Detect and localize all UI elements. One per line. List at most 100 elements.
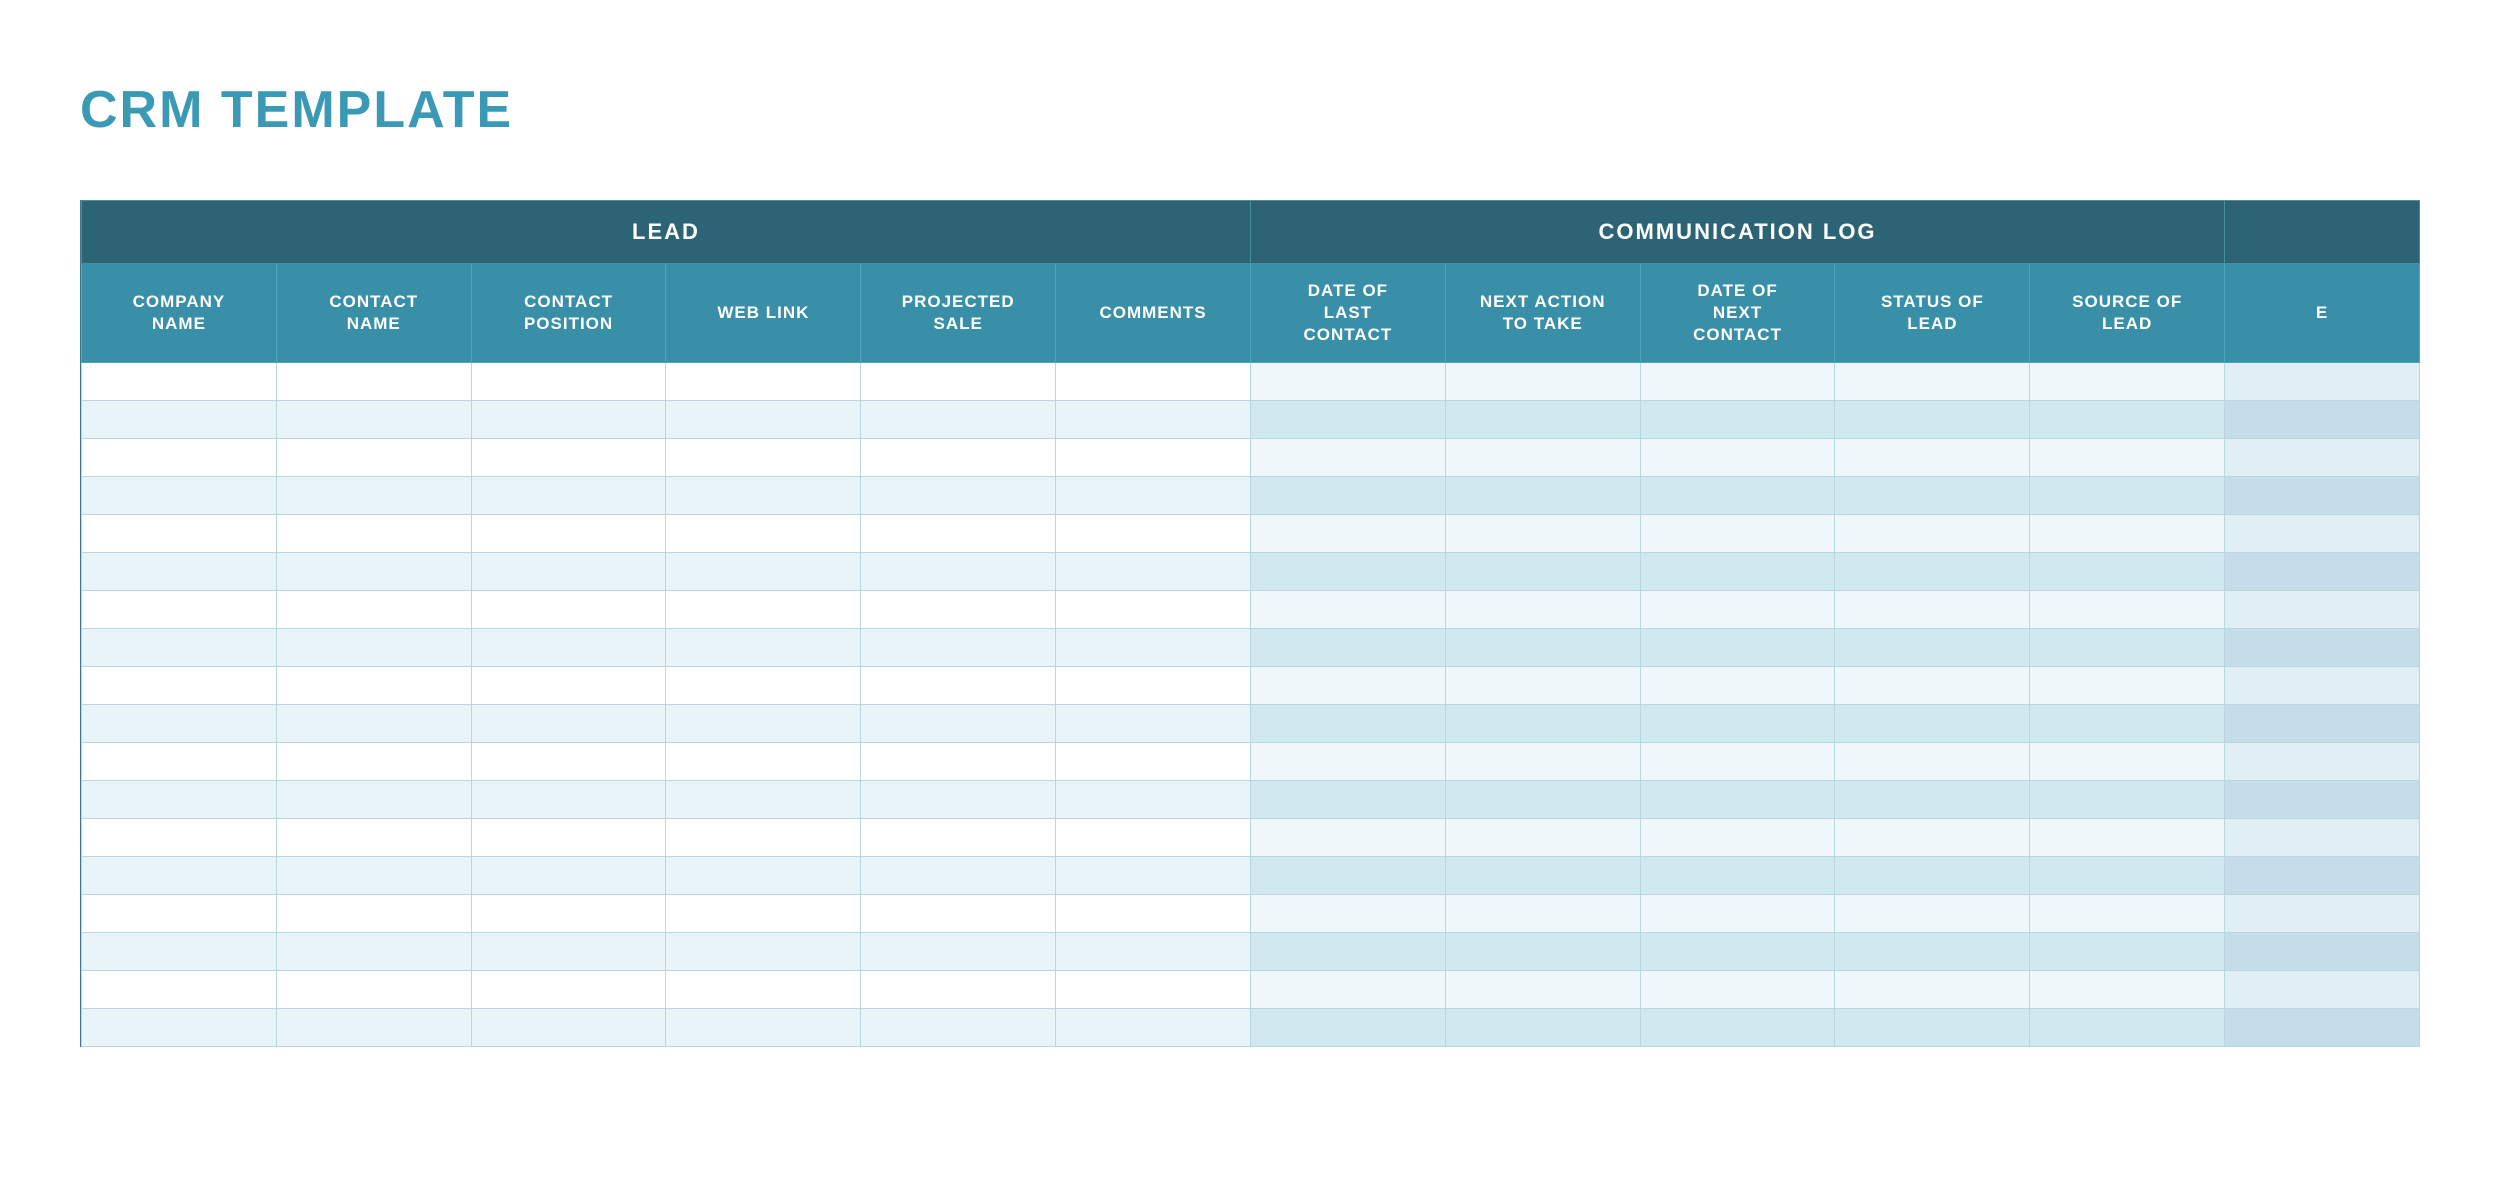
table-cell[interactable] [666,553,861,591]
table-cell[interactable] [276,743,471,781]
table-cell[interactable] [82,439,277,477]
table-cell[interactable] [861,971,1056,1009]
table-cell[interactable] [2030,591,2225,629]
table-cell[interactable] [861,819,1056,857]
table-cell[interactable] [1250,477,1445,515]
table-cell[interactable] [2225,895,2420,933]
table-cell[interactable] [2225,629,2420,667]
table-cell[interactable] [276,629,471,667]
table-cell[interactable] [1250,439,1445,477]
table-cell[interactable] [1445,819,1640,857]
table-cell[interactable] [2225,743,2420,781]
table-cell[interactable] [1835,629,2030,667]
table-cell[interactable] [666,819,861,857]
table-cell[interactable] [2225,401,2420,439]
table-cell[interactable] [82,857,277,895]
table-cell[interactable] [1835,363,2030,401]
table-cell[interactable] [1835,401,2030,439]
table-cell[interactable] [82,971,277,1009]
table-cell[interactable] [861,591,1056,629]
table-cell[interactable] [82,667,277,705]
table-cell[interactable] [2225,819,2420,857]
table-cell[interactable] [276,857,471,895]
table-cell[interactable] [1640,401,1835,439]
table-cell[interactable] [471,477,666,515]
table-cell[interactable] [1445,629,1640,667]
table-cell[interactable] [82,1009,277,1047]
table-cell[interactable] [276,477,471,515]
table-cell[interactable] [276,781,471,819]
table-cell[interactable] [1250,401,1445,439]
table-cell[interactable] [82,515,277,553]
table-cell[interactable] [1640,705,1835,743]
table-cell[interactable] [471,629,666,667]
table-cell[interactable] [276,401,471,439]
table-cell[interactable] [2225,363,2420,401]
table-cell[interactable] [1250,857,1445,895]
table-cell[interactable] [1250,743,1445,781]
table-cell[interactable] [1640,363,1835,401]
table-cell[interactable] [82,705,277,743]
table-cell[interactable] [861,667,1056,705]
table-cell[interactable] [1835,515,2030,553]
table-cell[interactable] [2030,857,2225,895]
table-cell[interactable] [471,895,666,933]
table-cell[interactable] [1445,781,1640,819]
table-cell[interactable] [82,363,277,401]
table-cell[interactable] [1445,477,1640,515]
table-cell[interactable] [1250,971,1445,1009]
table-cell[interactable] [1445,705,1640,743]
table-cell[interactable] [1056,781,1251,819]
table-cell[interactable] [1445,401,1640,439]
table-cell[interactable] [276,439,471,477]
table-cell[interactable] [666,781,861,819]
table-cell[interactable] [471,363,666,401]
table-cell[interactable] [2030,363,2225,401]
table-cell[interactable] [1445,1009,1640,1047]
table-cell[interactable] [666,401,861,439]
table-cell[interactable] [1056,819,1251,857]
table-cell[interactable] [1445,553,1640,591]
table-cell[interactable] [1640,553,1835,591]
table-cell[interactable] [1056,477,1251,515]
table-cell[interactable] [471,515,666,553]
table-cell[interactable] [2030,439,2225,477]
table-cell[interactable] [276,1009,471,1047]
table-cell[interactable] [1640,819,1835,857]
table-cell[interactable] [1445,363,1640,401]
table-cell[interactable] [1445,439,1640,477]
table-cell[interactable] [2030,781,2225,819]
table-cell[interactable] [82,819,277,857]
table-cell[interactable] [82,933,277,971]
table-cell[interactable] [471,667,666,705]
table-cell[interactable] [1640,857,1835,895]
table-cell[interactable] [2030,933,2225,971]
table-cell[interactable] [82,629,277,667]
table-cell[interactable] [471,971,666,1009]
table-cell[interactable] [2030,515,2225,553]
table-cell[interactable] [861,1009,1056,1047]
table-cell[interactable] [2030,477,2225,515]
table-cell[interactable] [2225,515,2420,553]
table-cell[interactable] [666,477,861,515]
table-cell[interactable] [1056,553,1251,591]
table-cell[interactable] [1445,667,1640,705]
table-cell[interactable] [2225,477,2420,515]
table-cell[interactable] [2030,1009,2225,1047]
table-cell[interactable] [1250,895,1445,933]
table-cell[interactable] [666,857,861,895]
table-cell[interactable] [2225,971,2420,1009]
table-cell[interactable] [82,591,277,629]
table-cell[interactable] [1640,439,1835,477]
table-cell[interactable] [1056,971,1251,1009]
table-cell[interactable] [666,933,861,971]
table-cell[interactable] [2225,705,2420,743]
table-cell[interactable] [666,591,861,629]
table-cell[interactable] [666,895,861,933]
table-cell[interactable] [276,515,471,553]
table-cell[interactable] [1640,515,1835,553]
table-cell[interactable] [666,1009,861,1047]
table-cell[interactable] [861,781,1056,819]
table-cell[interactable] [1445,857,1640,895]
table-cell[interactable] [1835,819,2030,857]
